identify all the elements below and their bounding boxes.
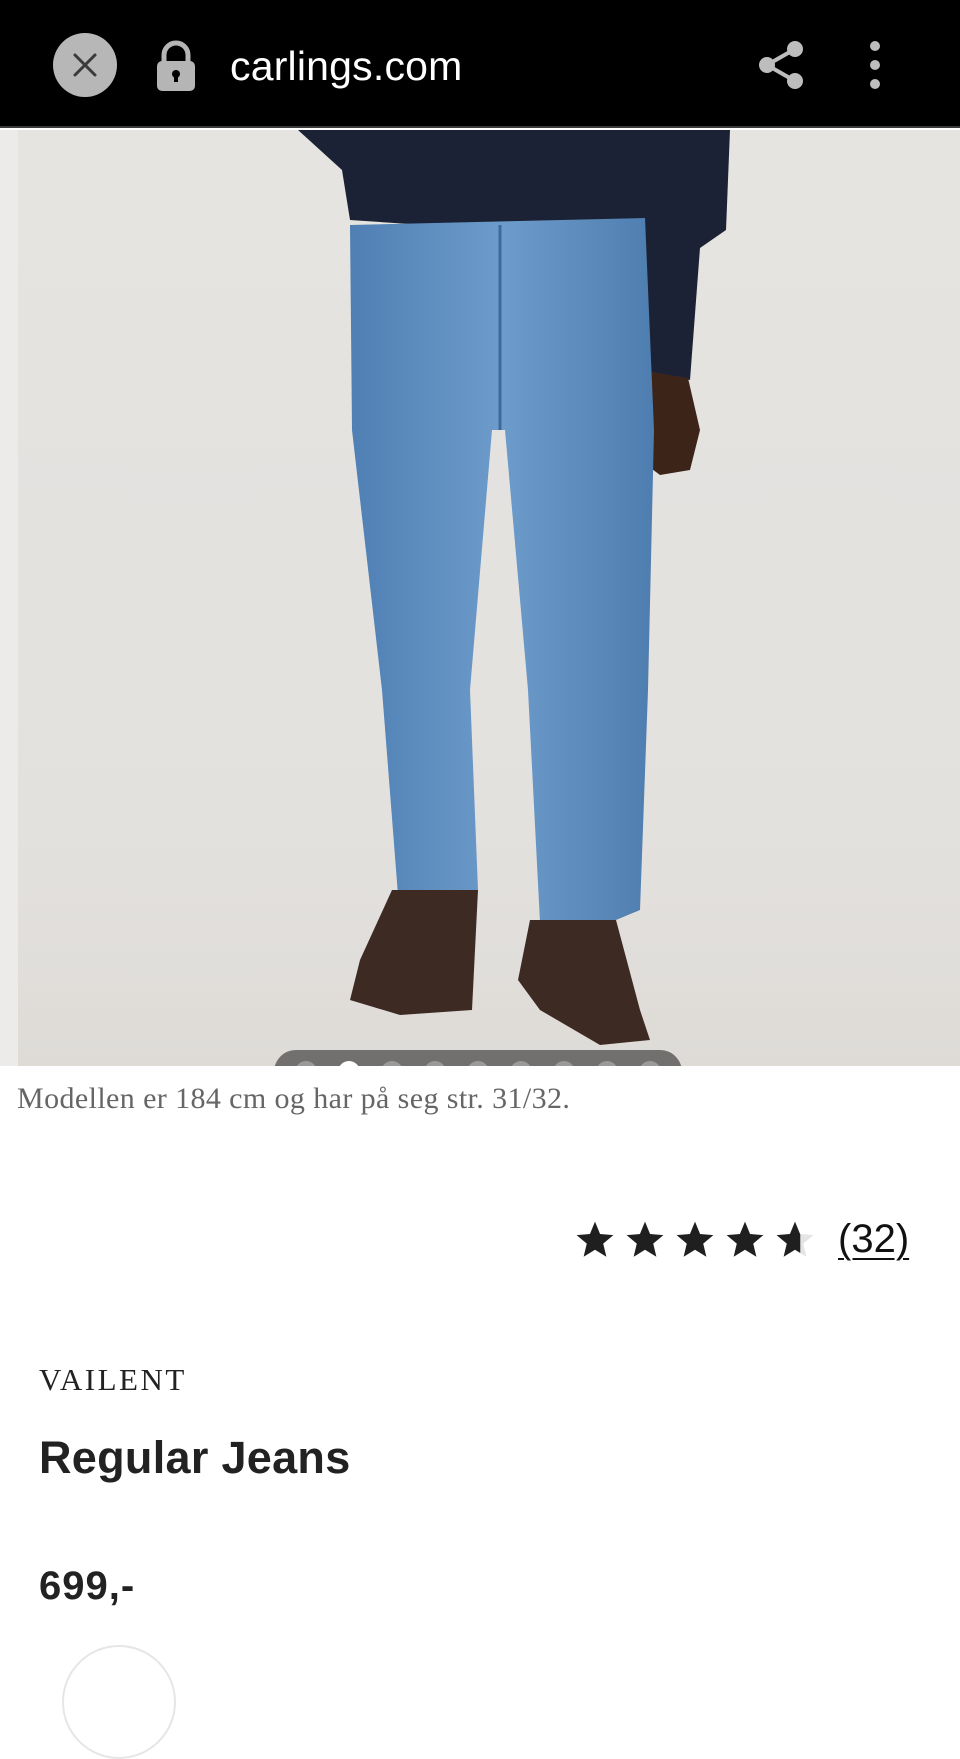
- product-image-gallery[interactable]: [0, 130, 960, 1066]
- gallery-dot[interactable]: [467, 1061, 489, 1066]
- more-vertical-icon[interactable]: [860, 38, 890, 92]
- product-title: Regular Jeans: [39, 1432, 351, 1483]
- lock-icon: [157, 40, 195, 91]
- gallery-dot[interactable]: [381, 1061, 403, 1066]
- close-icon: [73, 53, 97, 77]
- gallery-dot[interactable]: [424, 1061, 446, 1066]
- model-size-caption: Modellen er 184 cm og har på seg str. 31…: [17, 1082, 571, 1115]
- product-rating[interactable]: (32): [574, 1217, 909, 1262]
- star-icon: [726, 1221, 764, 1257]
- browser-toolbar: carlings.com: [0, 0, 960, 128]
- gallery-pagination[interactable]: [274, 1050, 682, 1066]
- gallery-dot[interactable]: [553, 1061, 575, 1066]
- close-tab-button[interactable]: [53, 33, 117, 97]
- review-count-link[interactable]: (32): [838, 1217, 909, 1262]
- product-brand[interactable]: VAILENT: [39, 1362, 187, 1398]
- star-icon: [626, 1221, 664, 1257]
- gallery-dot[interactable]: [639, 1061, 661, 1066]
- product-image: [0, 130, 960, 1066]
- product-price: 699,-: [39, 1564, 136, 1608]
- gallery-dot[interactable]: [596, 1061, 618, 1066]
- address-bar-url[interactable]: carlings.com: [230, 40, 463, 92]
- gallery-dot-active[interactable]: [338, 1061, 360, 1066]
- star-icon: [576, 1221, 614, 1257]
- color-swatch[interactable]: [62, 1645, 176, 1759]
- half-star-icon: [776, 1221, 814, 1257]
- star-icon: [676, 1221, 714, 1257]
- rating-stars: [574, 1219, 816, 1261]
- share-icon[interactable]: [755, 38, 809, 92]
- gallery-dot[interactable]: [510, 1061, 532, 1066]
- gallery-dot[interactable]: [295, 1061, 317, 1066]
